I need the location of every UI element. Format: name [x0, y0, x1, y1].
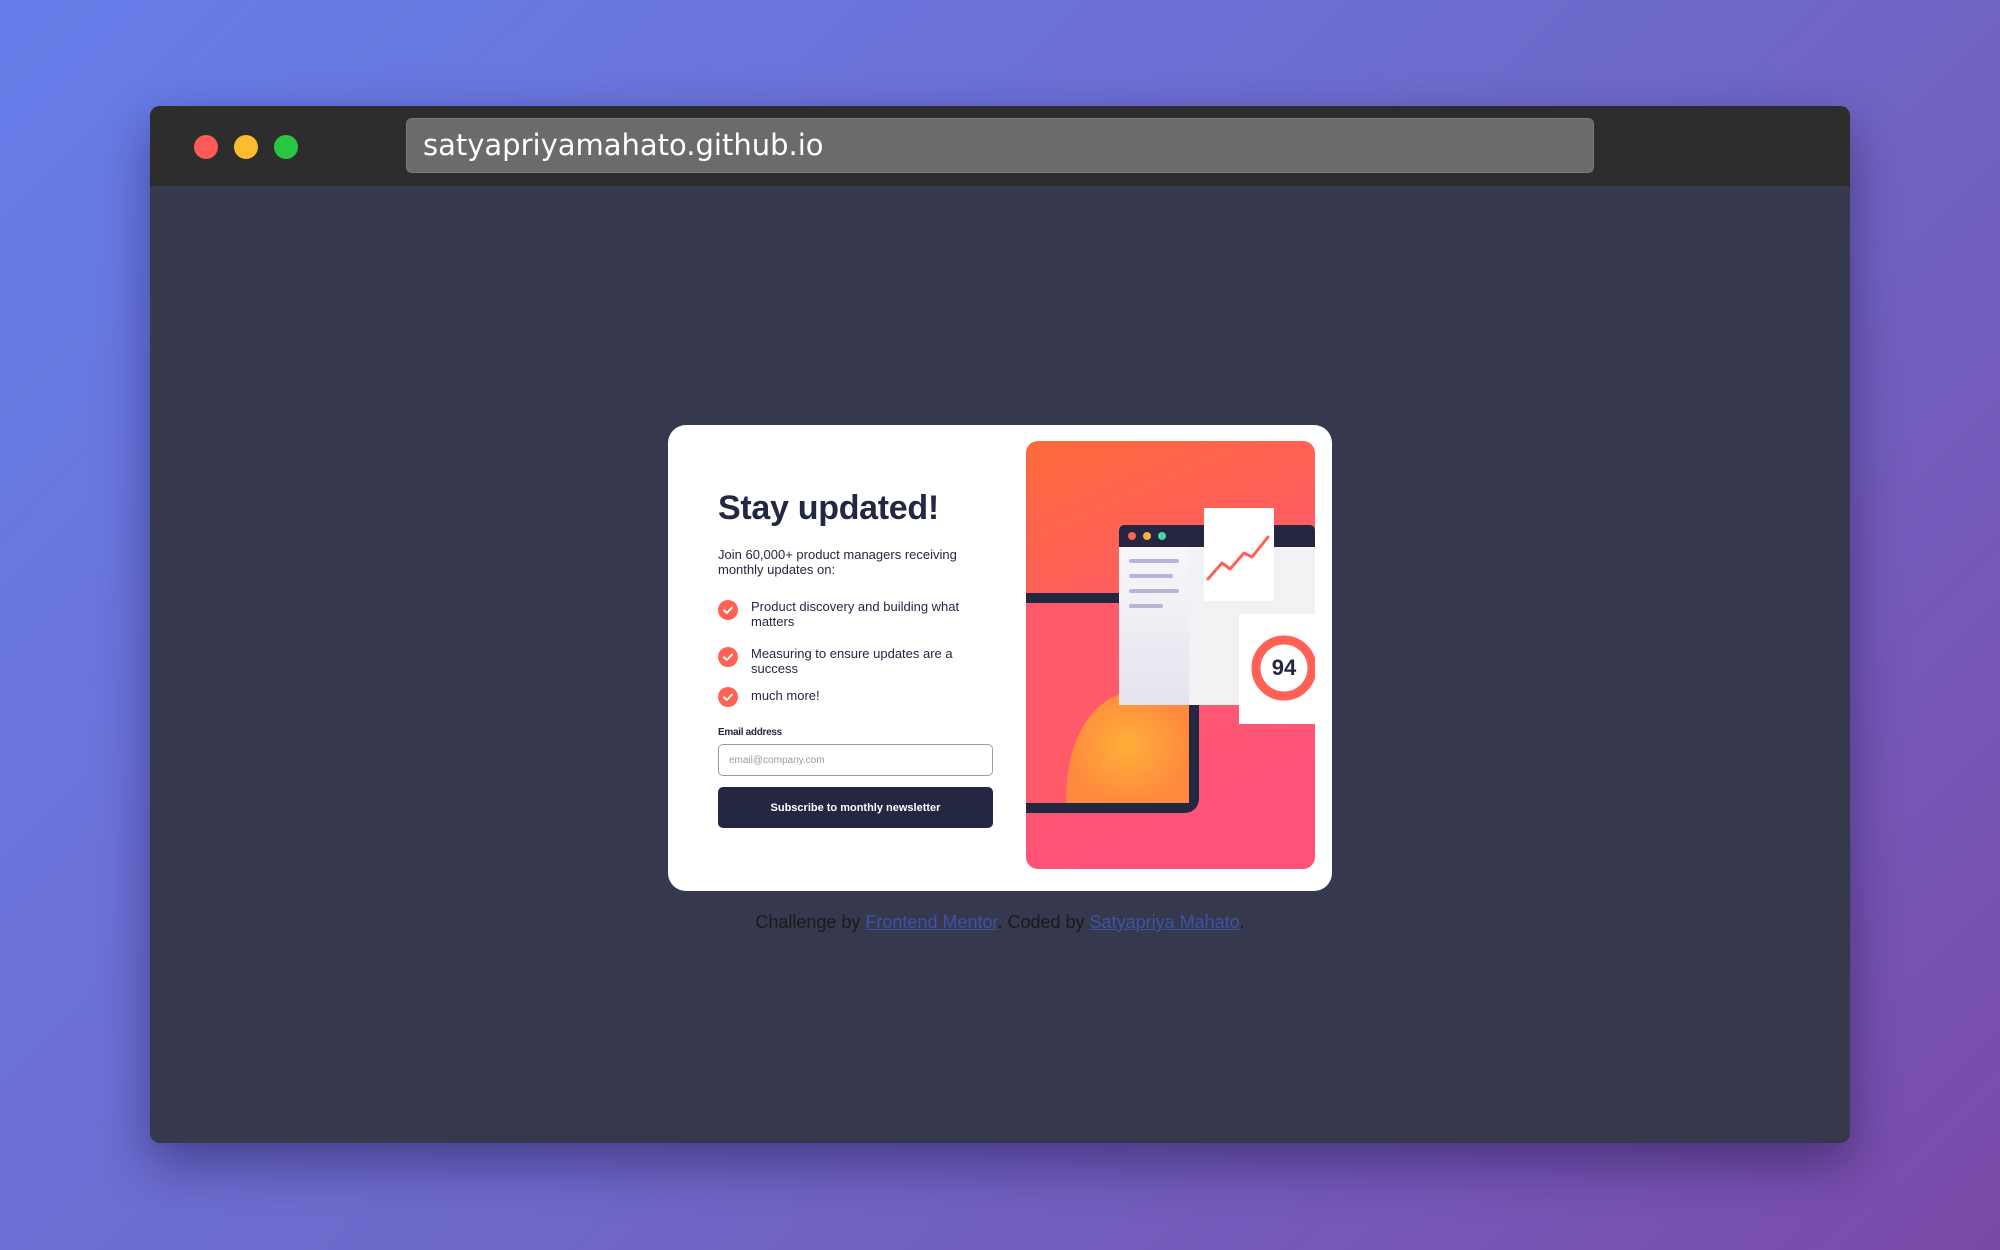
card-intro: Join 60,000+ product managers receiving … — [718, 547, 957, 577]
subscribe-button[interactable]: Subscribe to monthly newsletter — [718, 787, 993, 828]
check-icon — [718, 647, 738, 667]
newsletter-card: Stay updated! Join 60,000+ product manag… — [668, 425, 1332, 891]
score-label: 94 — [1271, 655, 1297, 680]
frontend-mentor-link[interactable]: Frontend Mentor — [865, 912, 997, 932]
maximize-window-button[interactable] — [274, 135, 298, 159]
card-heading: Stay updated! — [718, 489, 939, 527]
email-input[interactable] — [718, 744, 993, 776]
footer-middle: . Coded by — [997, 912, 1090, 932]
author-link[interactable]: Satyapriya Mahato — [1090, 912, 1240, 932]
check-icon — [718, 687, 738, 707]
attribution-footer: Challenge by Frontend Mentor. Coded by S… — [150, 912, 1850, 933]
hero-illustration: 94 — [1026, 441, 1315, 869]
footer-prefix: Challenge by — [755, 912, 866, 932]
minimize-window-button[interactable] — [234, 135, 258, 159]
page-viewport: Stay updated! Join 60,000+ product manag… — [150, 186, 1850, 1143]
check-icon — [718, 600, 738, 620]
feature-text: Measuring to ensure updates are a succes… — [751, 646, 953, 676]
close-window-button[interactable] — [194, 135, 218, 159]
address-bar[interactable]: satyapriyamahato.github.io — [406, 118, 1594, 173]
feature-text: much more! — [751, 688, 820, 703]
browser-window: satyapriyamahato.github.io Stay updated!… — [150, 106, 1850, 1143]
feature-text: Product discovery and building what matt… — [751, 599, 960, 629]
email-label: Email address — [718, 727, 782, 738]
footer-suffix: . — [1239, 912, 1245, 932]
browser-titlebar: satyapriyamahato.github.io — [150, 106, 1850, 186]
